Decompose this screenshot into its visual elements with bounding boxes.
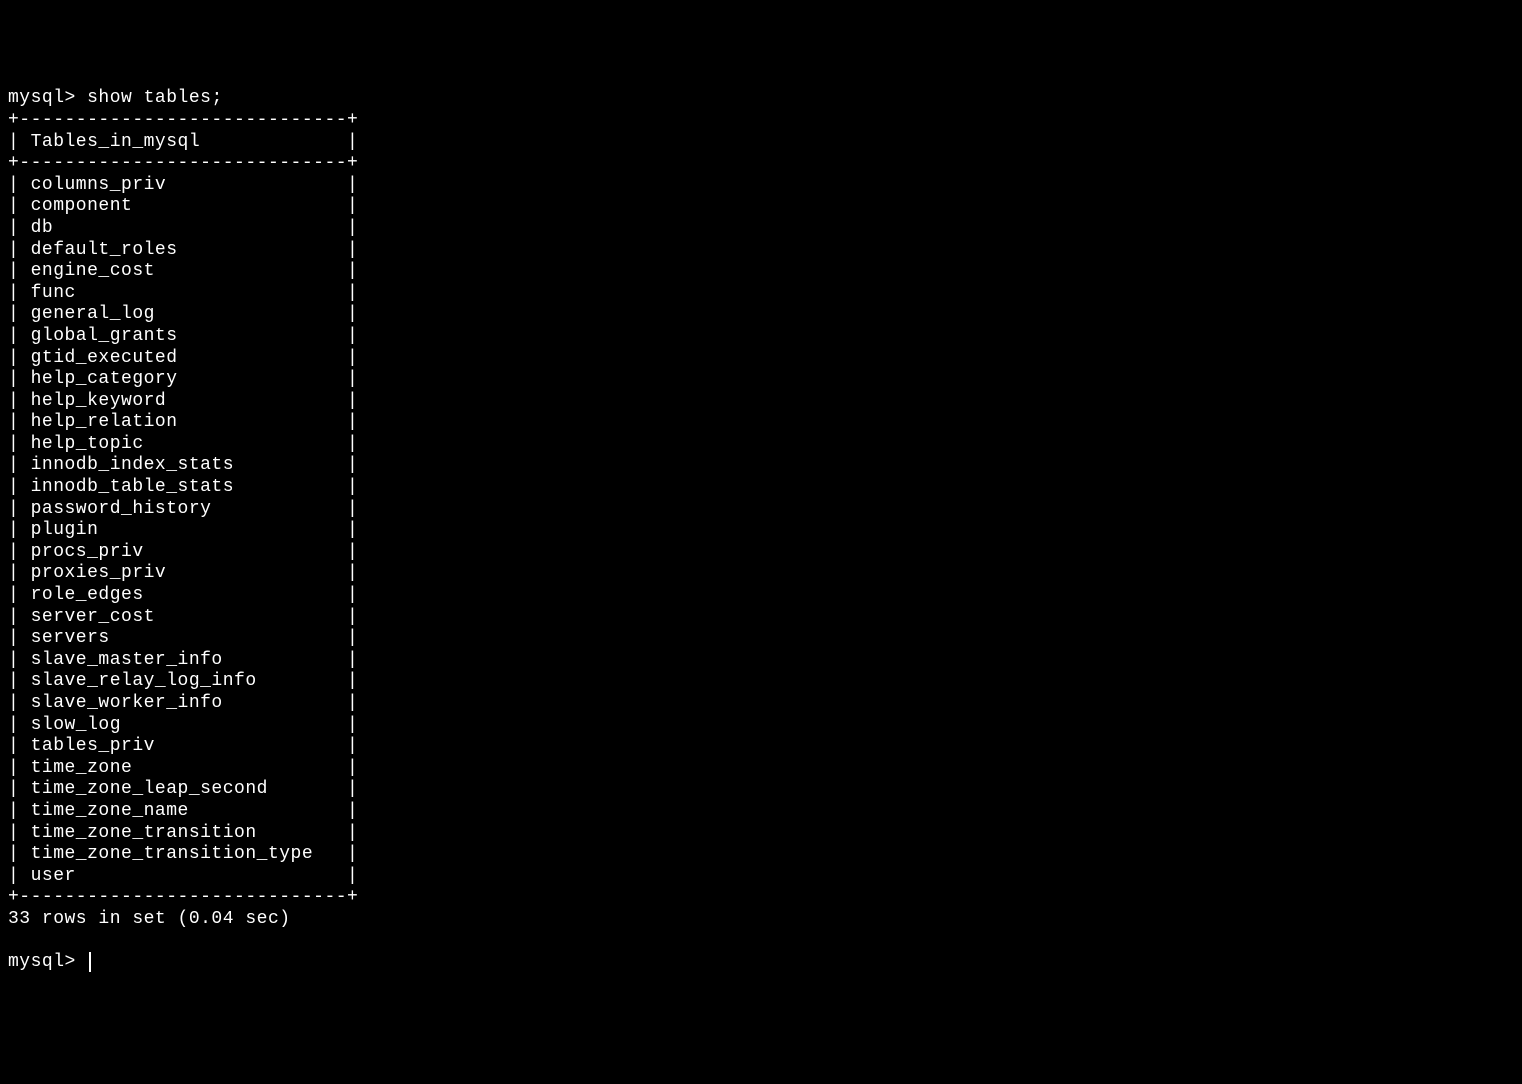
next-prompt: mysql> xyxy=(8,952,91,972)
prompt: mysql> xyxy=(8,88,87,108)
terminal-output[interactable]: mysql> show tables; +-------------------… xyxy=(8,88,1514,973)
cursor xyxy=(89,952,91,972)
prompt-line: mysql> show tables; xyxy=(8,88,223,108)
table-border-top: +-----------------------------+ xyxy=(8,110,358,130)
command: show tables; xyxy=(87,88,223,108)
table-header-row: | Tables_in_mysql | xyxy=(8,132,358,152)
result-summary: 33 rows in set (0.04 sec) xyxy=(8,909,291,929)
table-border-mid: +-----------------------------+ xyxy=(8,153,358,173)
table-body: | columns_priv | | component | | db | | … xyxy=(8,175,358,886)
table-border-bottom: +-----------------------------+ xyxy=(8,887,358,907)
prompt-text: mysql> xyxy=(8,952,87,972)
